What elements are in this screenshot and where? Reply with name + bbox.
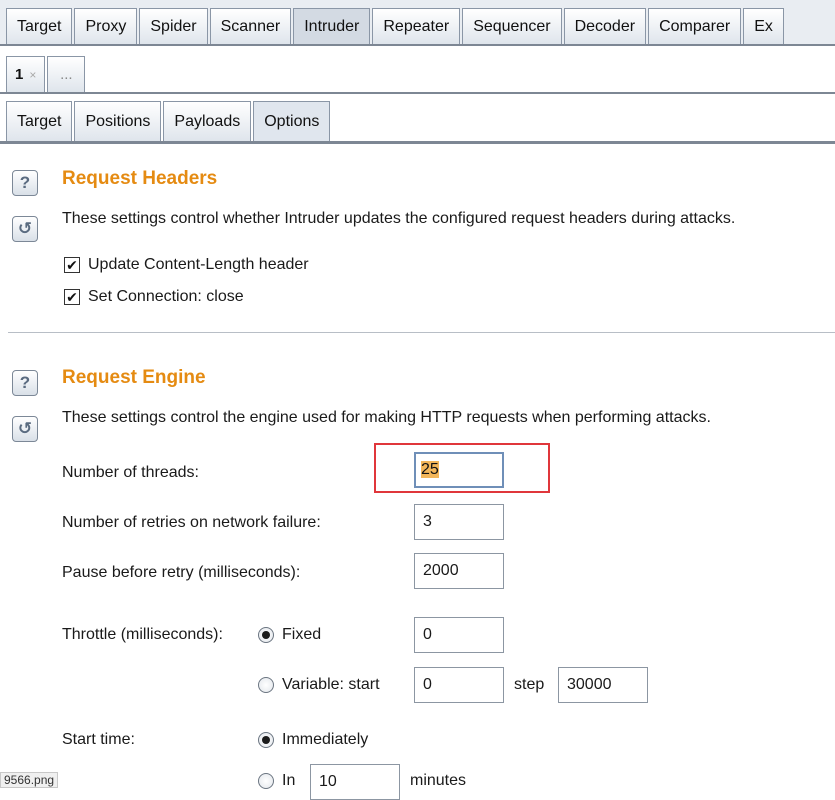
attack-tab-label: 1 <box>15 66 24 83</box>
throttle-variable-label: Variable: start <box>282 676 380 693</box>
throttle-fixed-radio[interactable] <box>258 627 274 643</box>
section-divider <box>8 332 835 333</box>
main-tab-spider[interactable]: Spider <box>139 8 208 44</box>
retries-input[interactable]: 3 <box>414 504 504 540</box>
start-immediately-label: Immediately <box>282 731 369 748</box>
retries-label: Number of retries on network failure: <box>62 514 321 531</box>
main-tab-repeater[interactable]: Repeater <box>372 8 461 44</box>
request-headers-title: Request Headers <box>62 168 218 189</box>
main-tab-scanner[interactable]: Scanner <box>209 8 292 44</box>
throttle-variable-start-input[interactable]: 0 <box>414 667 504 703</box>
main-tab-proxy[interactable]: Proxy <box>74 8 138 44</box>
threads-label: Number of threads: <box>62 464 199 481</box>
options-panel: ? ↺ Request Headers These settings contr… <box>0 150 835 800</box>
throttle-variable-radio[interactable] <box>258 677 274 693</box>
start-immediately-option[interactable]: Immediately <box>258 731 368 749</box>
update-content-length-option[interactable]: ✔ Update Content-Length header <box>64 256 309 274</box>
pause-label: Pause before retry (milliseconds): <box>62 564 301 581</box>
close-icon[interactable]: × <box>29 68 36 82</box>
start-in-unit: minutes <box>410 772 467 789</box>
start-in-option[interactable]: In <box>258 772 295 790</box>
attack-tab-bar: 1 × ... <box>0 48 835 94</box>
set-connection-close-checkbox[interactable]: ✔ <box>64 289 80 305</box>
throttle-fixed-input[interactable]: 0 <box>414 617 504 653</box>
request-engine-title: Request Engine <box>62 367 206 388</box>
sub-tab-target[interactable]: Target <box>6 101 73 141</box>
main-tab-intruder[interactable]: Intruder <box>293 8 371 44</box>
start-in-label: In <box>282 772 296 789</box>
main-tab-sequencer[interactable]: Sequencer <box>462 8 562 44</box>
throttle-fixed-label: Fixed <box>282 626 322 643</box>
start-in-input[interactable]: 10 <box>310 764 400 800</box>
main-tab-decoder[interactable]: Decoder <box>563 8 647 44</box>
start-time-label: Start time: <box>62 731 135 748</box>
attack-tab-1[interactable]: 1 × <box>6 56 46 92</box>
request-engine-description: These settings control the engine used f… <box>62 409 711 426</box>
throttle-step-label: step <box>514 676 545 693</box>
reset-icon[interactable]: ↺ <box>12 216 38 242</box>
pause-input[interactable]: 2000 <box>414 553 504 589</box>
main-tab-target[interactable]: Target <box>6 8 73 44</box>
throttle-step-input[interactable]: 30000 <box>558 667 648 703</box>
threads-highlight-box <box>374 443 550 493</box>
request-headers-description: These settings control whether Intruder … <box>62 210 736 227</box>
main-tab-comparer[interactable]: Comparer <box>648 8 742 44</box>
reset-icon[interactable]: ↺ <box>12 416 38 442</box>
update-content-length-label: Update Content-Length header <box>88 256 309 273</box>
throttle-fixed-option[interactable]: Fixed <box>258 626 321 644</box>
sub-tab-positions[interactable]: Positions <box>74 101 162 141</box>
help-icon[interactable]: ? <box>12 370 38 396</box>
throttle-variable-option[interactable]: Variable: start <box>258 676 380 694</box>
throttle-label: Throttle (milliseconds): <box>62 626 223 643</box>
sub-tab-options[interactable]: Options <box>253 101 331 141</box>
sub-tab-payloads[interactable]: Payloads <box>163 101 252 141</box>
set-connection-close-option[interactable]: ✔ Set Connection: close <box>64 288 244 306</box>
start-immediately-radio[interactable] <box>258 732 274 748</box>
main-tab-ex[interactable]: Ex <box>743 8 784 44</box>
new-attack-tab[interactable]: ... <box>47 56 86 92</box>
start-in-radio[interactable] <box>258 773 274 789</box>
update-content-length-checkbox[interactable]: ✔ <box>64 257 80 273</box>
intruder-sub-tab-bar: Target Positions Payloads Options <box>0 96 835 144</box>
help-icon[interactable]: ? <box>12 170 38 196</box>
set-connection-close-label: Set Connection: close <box>88 288 244 305</box>
main-tab-bar: Target Proxy Spider Scanner Intruder Repeater… <box>0 0 835 46</box>
